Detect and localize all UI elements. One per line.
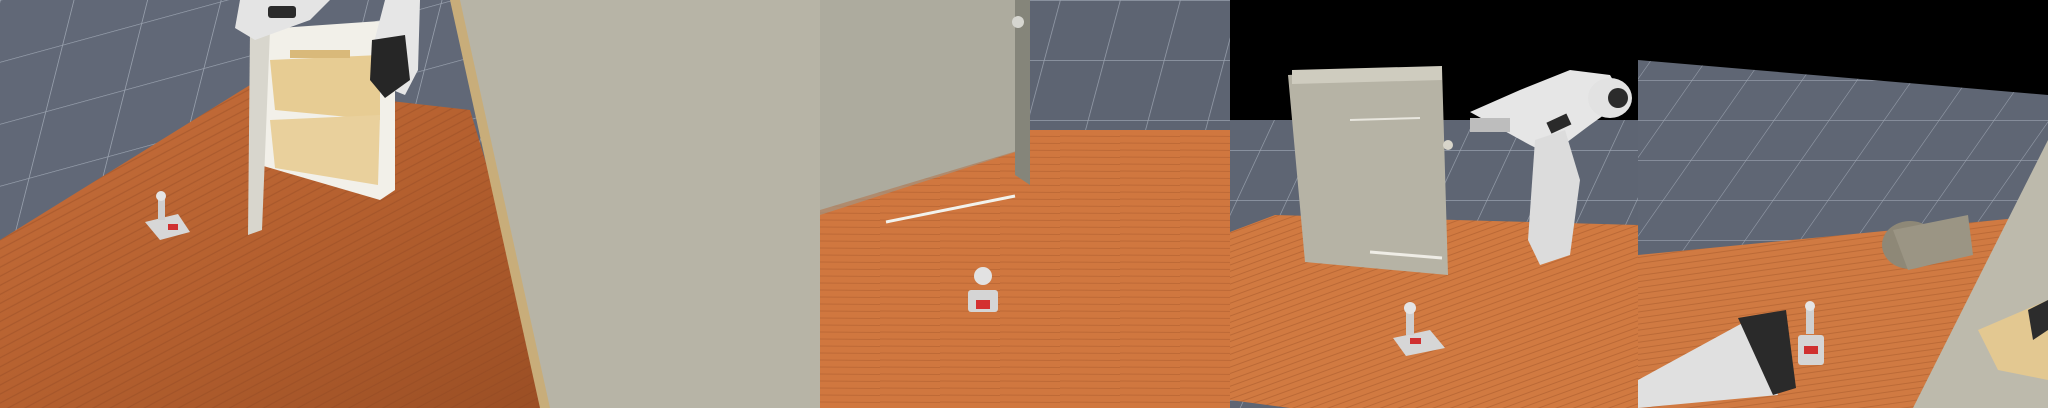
scene-front bbox=[820, 0, 1230, 408]
scene-wrist bbox=[1638, 0, 2048, 408]
camera-view-1 bbox=[0, 0, 820, 408]
camera-strip bbox=[0, 0, 2048, 408]
camera-view-4 bbox=[1638, 0, 2048, 408]
scene-overview bbox=[1230, 0, 1638, 408]
camera-view-3 bbox=[1230, 0, 1638, 408]
camera-view-2 bbox=[820, 0, 1230, 408]
scene-perspective-left bbox=[0, 0, 820, 408]
cabinet bbox=[1288, 66, 1453, 275]
